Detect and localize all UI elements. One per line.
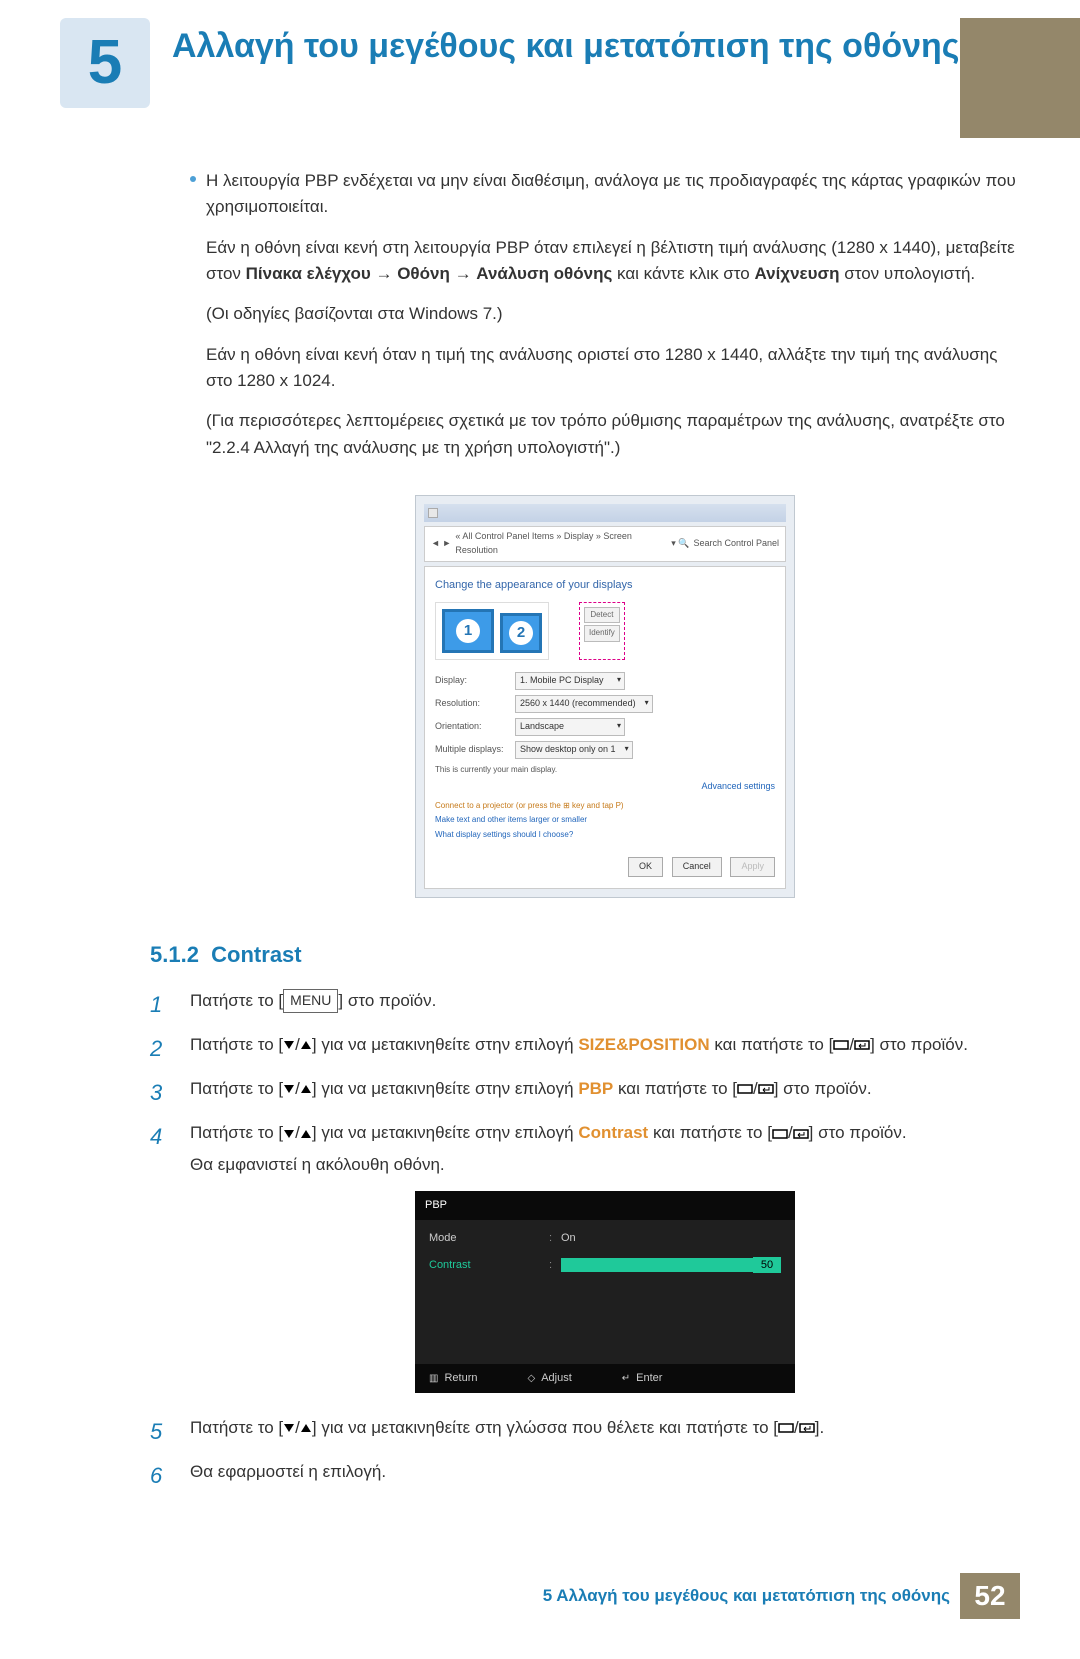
page-number: 52	[960, 1573, 1020, 1619]
osd-contrast-bar: 50	[561, 1257, 781, 1273]
osd-return: ▥Return	[429, 1370, 477, 1387]
chapter-title: Αλλαγή του μεγέθους και μετατόπιση της ο…	[172, 18, 959, 68]
osd-mode-value: On	[561, 1230, 781, 1247]
footer-title: 5 Αλλαγή του μεγέθους και μετατόπιση της…	[543, 1573, 950, 1619]
osd-contrast-label: Contrast	[429, 1257, 549, 1274]
info-bullet: Η λειτουργία PBP ενδέχεται να μην είναι …	[190, 168, 1020, 475]
down-arrow-icon	[283, 1128, 295, 1140]
osd-title: PBP	[415, 1191, 795, 1220]
ss-heading: Change the appearance of your displays	[435, 577, 775, 594]
enter-icon	[854, 1039, 870, 1051]
breadcrumb: « All Control Panel Items » Display » Sc…	[455, 530, 667, 558]
up-arrow-icon	[300, 1128, 312, 1140]
osd-enter: ↵Enter	[622, 1370, 663, 1387]
osd-menu-screenshot: PBP Mode : On Contrast : 50	[415, 1191, 795, 1393]
cancel-button: Cancel	[672, 857, 722, 877]
osd-adjust: ◇Adjust	[527, 1370, 571, 1387]
chapter-header: 5 Αλλαγή του μεγέθους και μετατόπιση της…	[60, 0, 1020, 108]
enter-icon	[799, 1422, 815, 1434]
up-arrow-icon	[300, 1422, 312, 1434]
windows-screen-resolution-screenshot: ◄ ► « All Control Panel Items » Display …	[415, 495, 795, 898]
enter-icon	[758, 1083, 774, 1095]
apply-button: Apply	[730, 857, 775, 877]
rect-icon	[772, 1128, 788, 1140]
intro-p1: Εάν η οθόνη είναι κενή στη λειτουργία PB…	[206, 235, 1020, 288]
page-footer: 5 Αλλαγή του μεγέθους και μετατόπιση της…	[60, 1573, 1020, 1619]
header-accent-block	[960, 18, 1080, 138]
osd-mode-label: Mode	[429, 1230, 549, 1247]
intro-p3: Εάν η οθόνη είναι κενή όταν η τιμή της α…	[206, 342, 1020, 395]
down-arrow-icon	[283, 1083, 295, 1095]
menu-button-icon: MENU	[283, 989, 338, 1013]
down-arrow-icon	[283, 1039, 295, 1051]
enter-icon	[793, 1128, 809, 1140]
down-arrow-icon	[283, 1422, 295, 1434]
section-heading: 5.1.2 Contrast	[150, 938, 1020, 972]
bullet-text: Η λειτουργία PBP ενδέχεται να μην είναι …	[206, 168, 1020, 221]
search-placeholder: Search Control Panel	[693, 537, 779, 551]
intro-p2: (Οι οδηγίες βασίζονται στα Windows 7.)	[206, 301, 1020, 327]
bullet-dot-icon	[190, 176, 196, 182]
monitor-preview: 1 2	[435, 602, 549, 660]
rect-icon	[778, 1422, 794, 1434]
detect-identify-buttons: Detect Identify	[579, 602, 625, 660]
up-arrow-icon	[300, 1039, 312, 1051]
rect-icon	[737, 1083, 753, 1095]
chapter-number: 5	[60, 18, 150, 108]
instruction-steps: 1 Πατήστε το [MENU] στο προϊόν. 2 Πατήστ…	[150, 988, 1020, 1493]
up-arrow-icon	[300, 1083, 312, 1095]
rect-icon	[833, 1039, 849, 1051]
ok-button: OK	[628, 857, 663, 877]
intro-p4: (Για περισσότερες λεπτομέρειες σχετικά μ…	[206, 408, 1020, 461]
